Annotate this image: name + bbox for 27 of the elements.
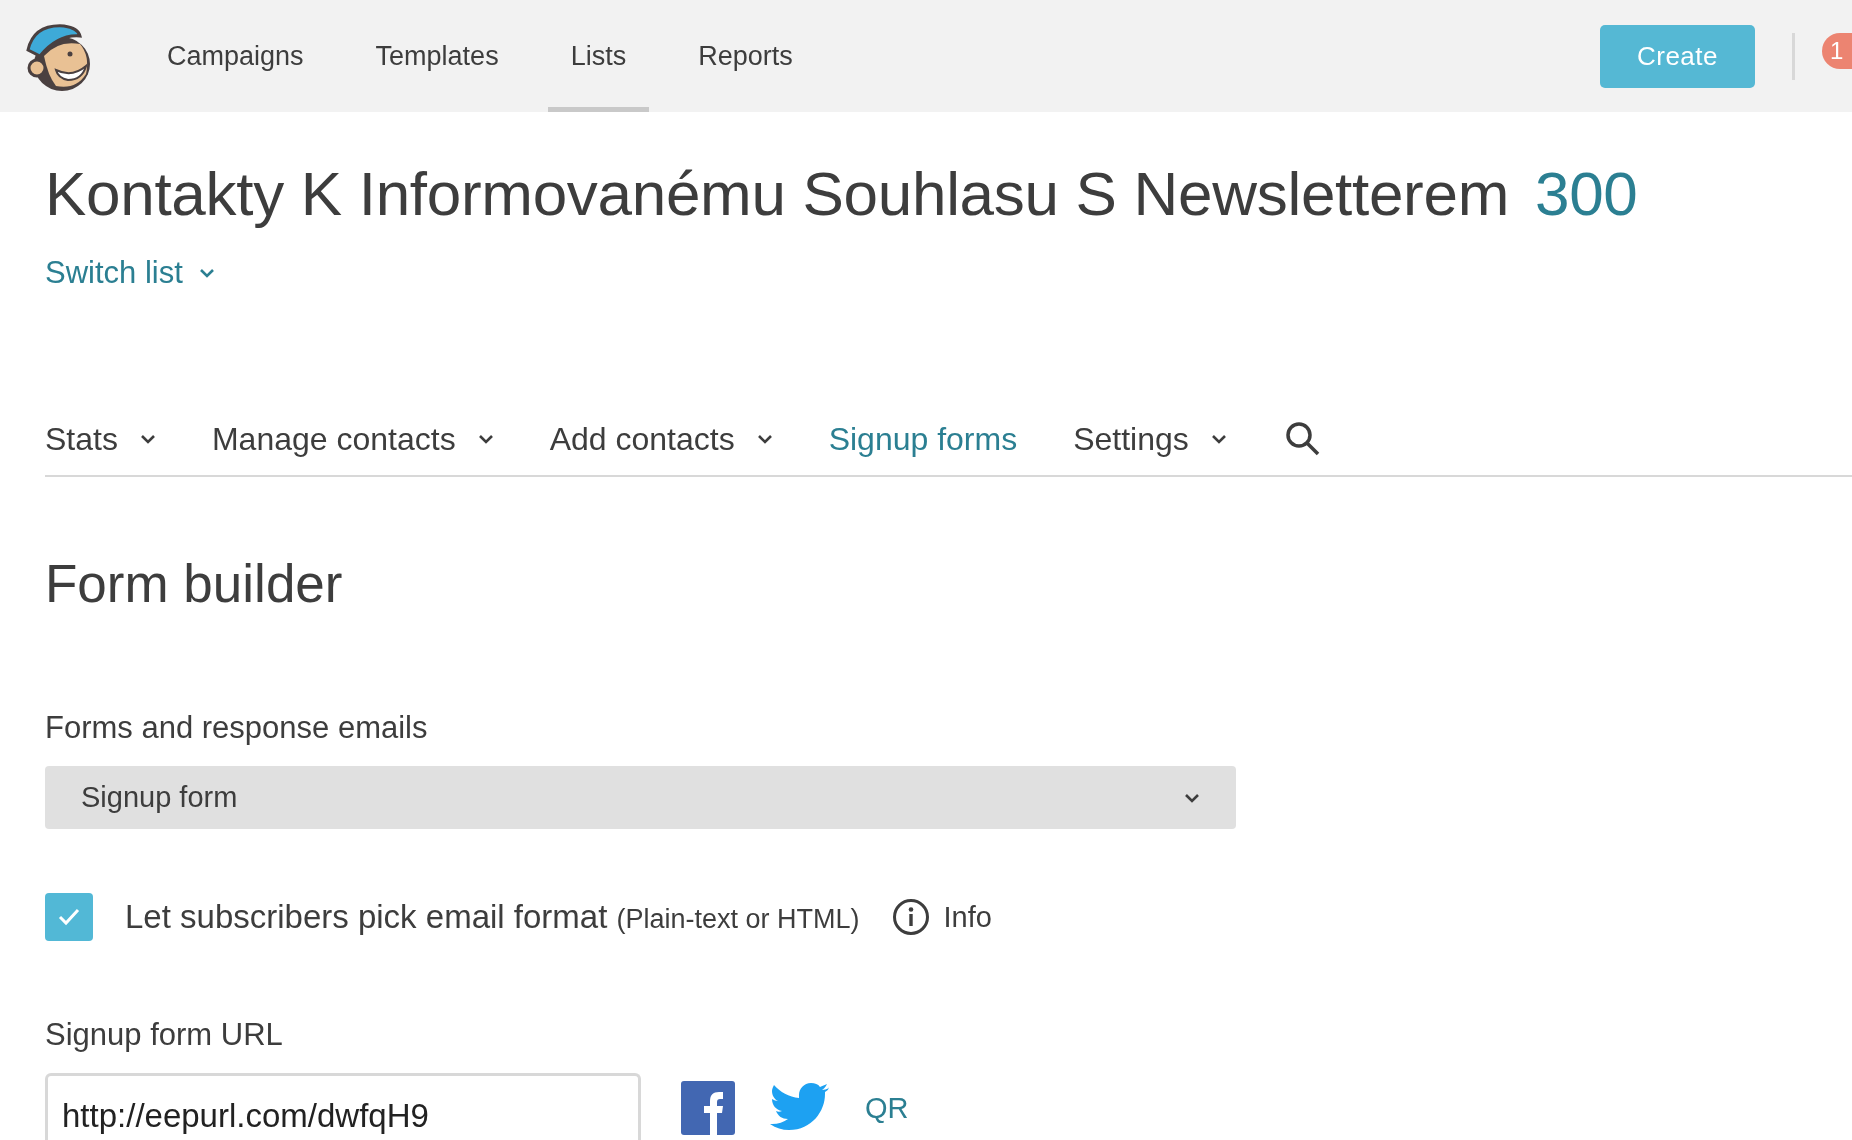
checkbox-label: Let subscribers pick email format (Plain-text or HTML)	[125, 898, 860, 936]
section-heading: Form builder	[45, 553, 344, 614]
qr-link[interactable]: QR	[865, 1091, 909, 1125]
field-label: Signup form URL	[45, 1017, 284, 1053]
nav-link[interactable]: Campaigns	[144, 0, 327, 112]
nav-link[interactable]: Reports	[675, 0, 816, 112]
contact-count: 300	[1535, 158, 1638, 229]
nav-link[interactable]: Lists	[547, 0, 650, 112]
switch-list-link[interactable]: Switch list	[45, 255, 215, 291]
info-icon	[891, 898, 930, 936]
format-checkbox[interactable]	[45, 893, 93, 941]
list-tab[interactable]: Stats	[45, 420, 156, 458]
list-tab[interactable]: Signup forms	[828, 420, 1018, 458]
info-link[interactable]: Info	[891, 898, 992, 936]
field-label: Forms and response emails	[45, 710, 429, 746]
caret-icon	[198, 268, 215, 278]
search-icon[interactable]	[1284, 421, 1321, 457]
facebook-icon[interactable]	[681, 1081, 735, 1135]
check-icon	[57, 907, 81, 927]
nav-link[interactable]: Templates	[352, 0, 522, 112]
list-tab[interactable]: Manage contacts	[211, 420, 494, 458]
url-field[interactable]: http://eepurl.com/dwfqH9	[45, 1073, 641, 1140]
list-tab[interactable]: Settings	[1073, 420, 1227, 458]
list-title: Kontakty K Informovanému Souhlasu S Newsletterem	[45, 158, 1509, 229]
list-tab[interactable]: Add contacts	[549, 420, 773, 458]
forms-dropdown[interactable]: Signup form	[45, 766, 1236, 829]
caret-icon	[1184, 792, 1200, 803]
